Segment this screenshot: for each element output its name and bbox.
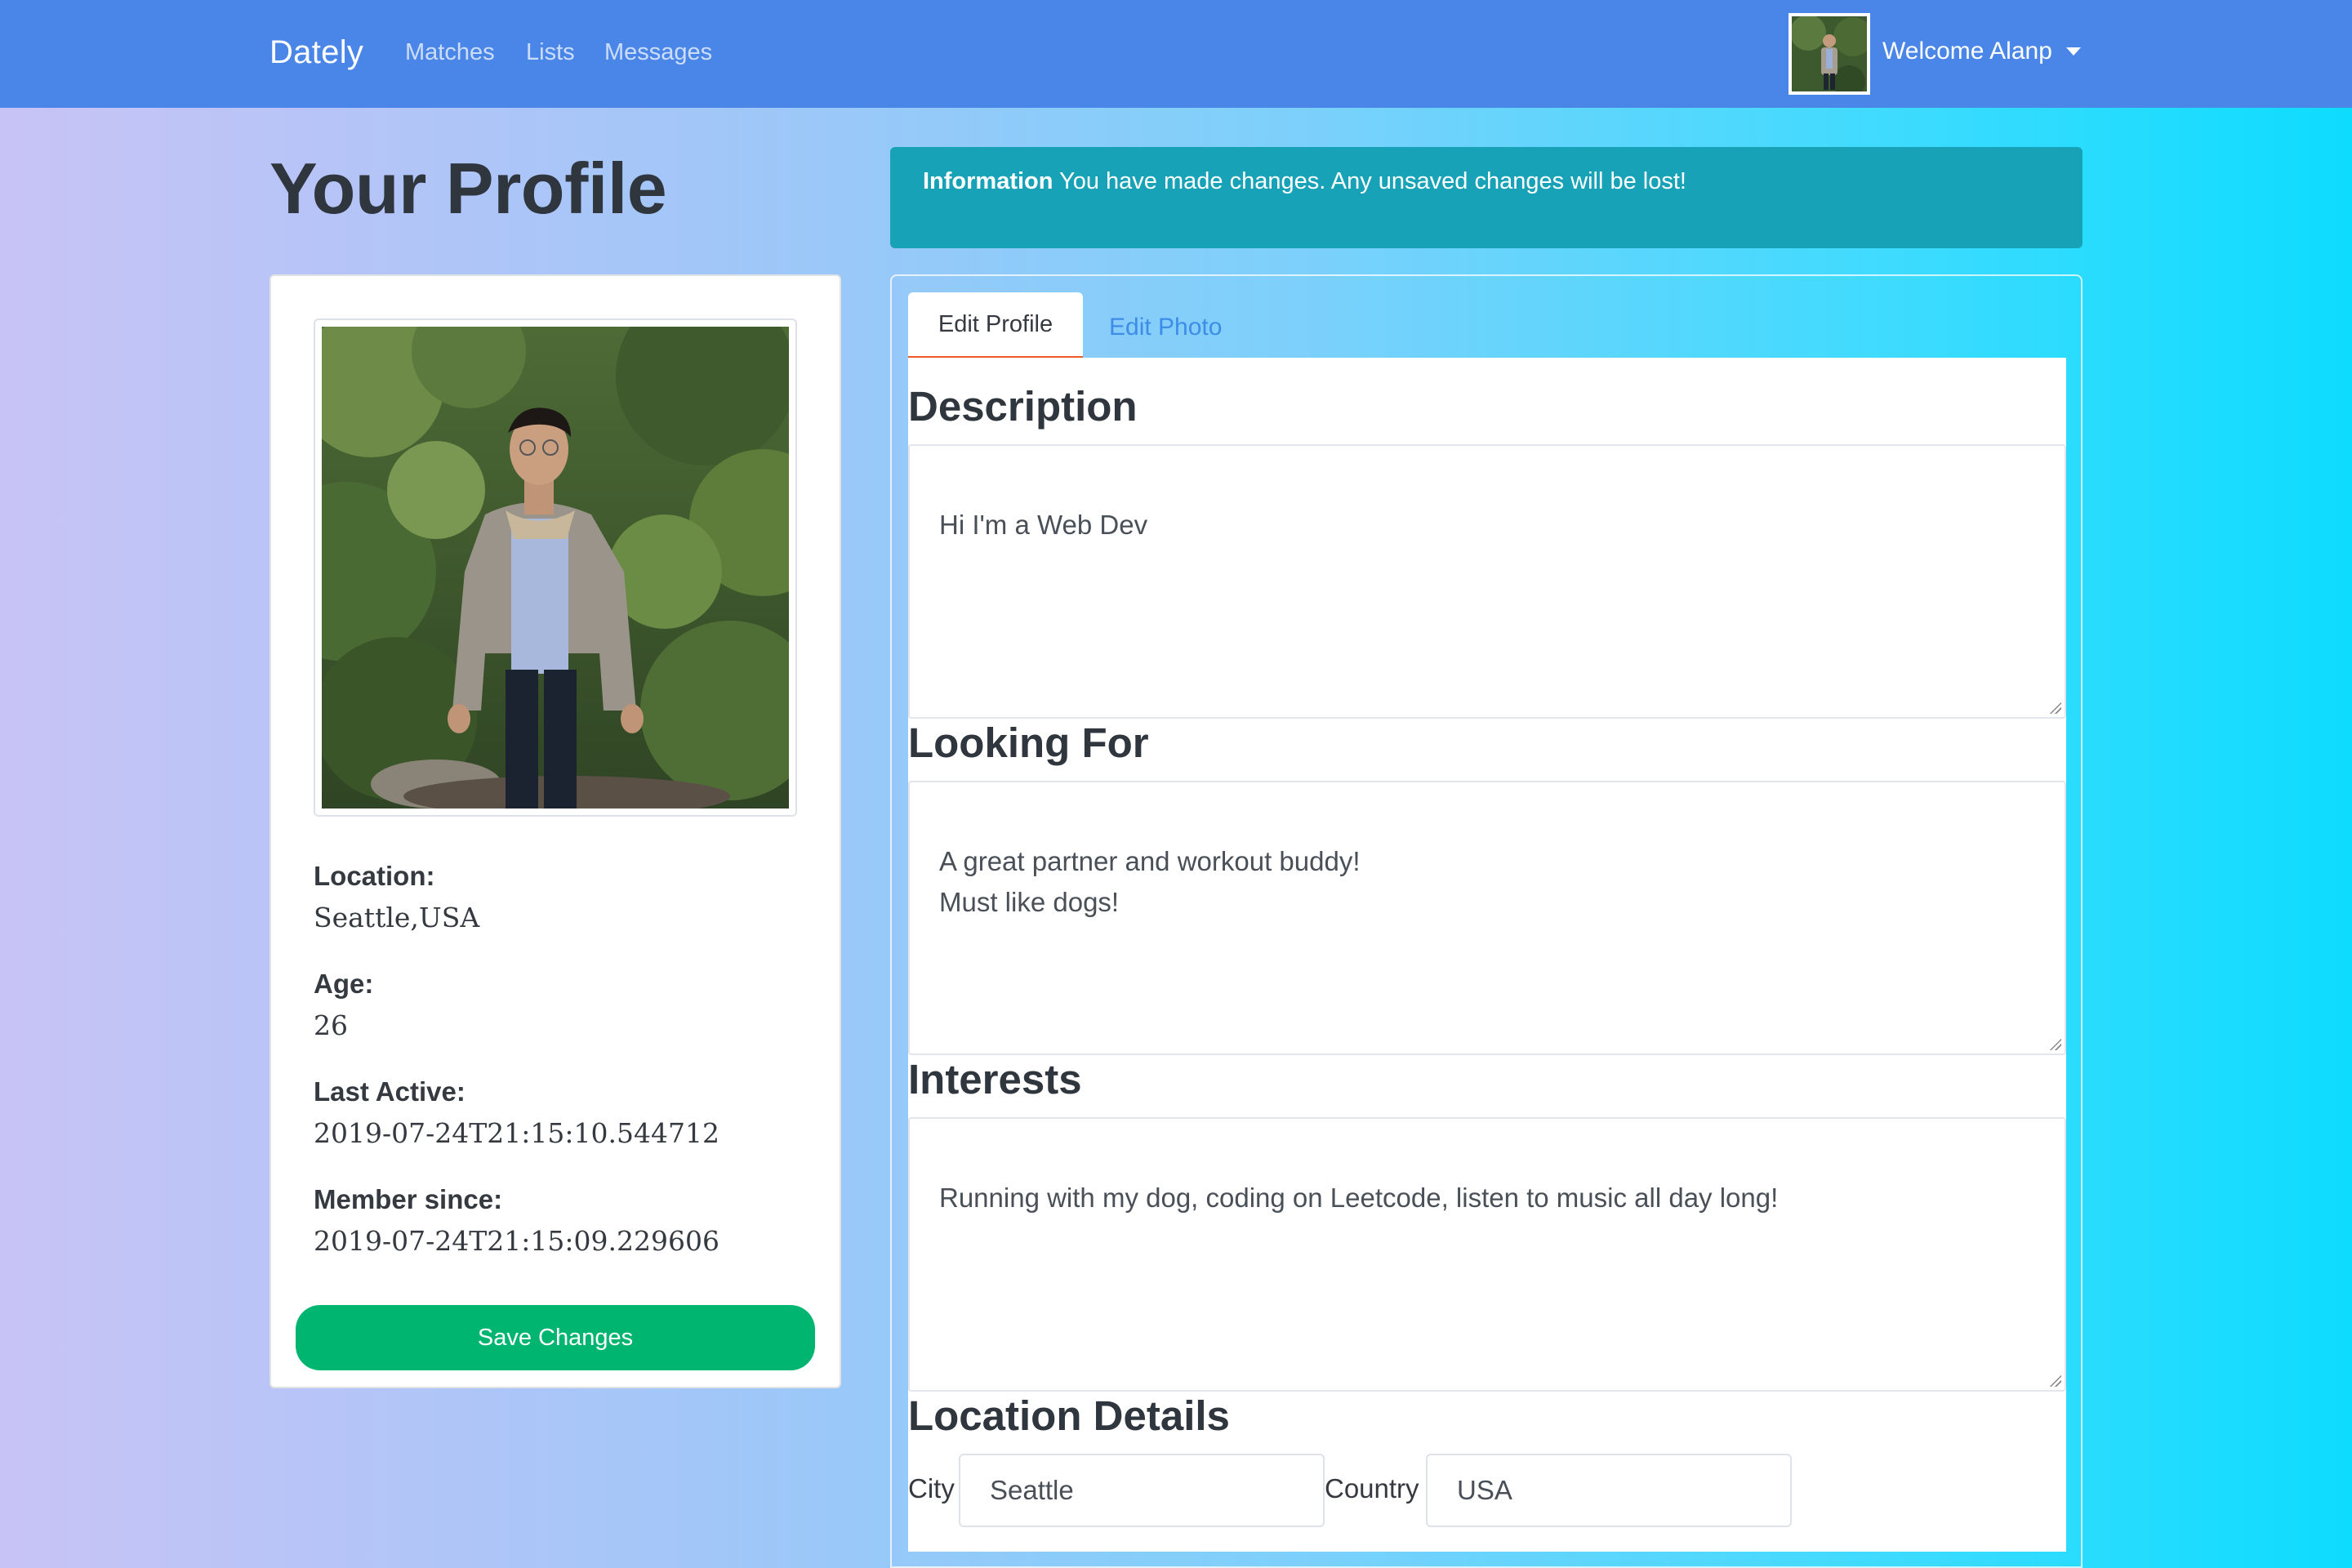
last-active-label: Last Active:: [314, 1076, 466, 1107]
profile-photo-frame: [314, 318, 797, 817]
country-input-value: USA: [1457, 1475, 1512, 1505]
city-label: City: [908, 1473, 955, 1503]
top-navbar: Dately Matches Lists Messages Welcome Al…: [0, 0, 2352, 108]
location-details-heading: Location Details: [908, 1392, 1230, 1439]
page-title: Your Profile: [270, 148, 667, 229]
description-heading: Description: [908, 383, 1138, 430]
city-input[interactable]: Seattle: [959, 1454, 1325, 1527]
chevron-down-icon[interactable]: [2066, 47, 2081, 56]
member-since-value: 2019-07-24T21:15:09.229606: [314, 1225, 719, 1257]
last-active-value: 2019-07-24T21:15:10.544712: [314, 1117, 719, 1149]
alert-message: You have made changes. Any unsaved chang…: [1053, 168, 1686, 194]
info-alert: Information You have made changes. Any u…: [890, 147, 2082, 248]
brand-logo[interactable]: Dately: [270, 34, 363, 71]
edit-profile-form: Description Hi I'm a Web Dev Looking For…: [908, 358, 2066, 1552]
nav-link-messages[interactable]: Messages: [604, 39, 712, 66]
profile-photo: [322, 327, 789, 808]
looking-for-text: A great partner and workout buddy! Must …: [939, 846, 1361, 917]
avatar-photo: [1792, 16, 1867, 91]
profile-card: Location: Seattle,USA Age: 26 Last Activ…: [270, 274, 841, 1388]
interests-textarea[interactable]: Running with my dog, coding on Leetcode,…: [908, 1117, 2066, 1392]
location-label: Location:: [314, 861, 435, 891]
country-input[interactable]: USA: [1426, 1454, 1792, 1527]
interests-text: Running with my dog, coding on Leetcode,…: [939, 1183, 1779, 1213]
looking-for-textarea[interactable]: A great partner and workout buddy! Must …: [908, 781, 2066, 1055]
description-text: Hi I'm a Web Dev: [939, 510, 1148, 540]
country-label: Country: [1325, 1473, 1419, 1503]
nav-link-matches[interactable]: Matches: [405, 39, 495, 66]
save-changes-button[interactable]: Save Changes: [296, 1305, 815, 1370]
welcome-dropdown[interactable]: Welcome Alanp: [1882, 38, 2052, 65]
user-avatar[interactable]: [1788, 13, 1870, 95]
resize-handle-icon[interactable]: [2048, 701, 2061, 714]
looking-for-heading: Looking For: [908, 719, 1149, 766]
edit-panel: Edit Profile Edit Photo Description Hi I…: [890, 274, 2082, 1568]
city-input-value: Seattle: [990, 1475, 1074, 1505]
interests-heading: Interests: [908, 1056, 1082, 1102]
nav-link-lists[interactable]: Lists: [526, 39, 575, 66]
age-value: 26: [314, 1009, 348, 1041]
alert-title: Information: [923, 168, 1054, 194]
description-textarea[interactable]: Hi I'm a Web Dev: [908, 444, 2066, 719]
resize-handle-icon[interactable]: [2048, 1037, 2061, 1050]
location-value: Seattle,USA: [314, 902, 480, 933]
tab-edit-profile[interactable]: Edit Profile: [908, 292, 1083, 361]
age-label: Age:: [314, 969, 374, 999]
member-since-label: Member since:: [314, 1184, 503, 1214]
resize-handle-icon[interactable]: [2048, 1374, 2061, 1387]
tab-edit-photo[interactable]: Edit Photo: [1109, 314, 1222, 341]
